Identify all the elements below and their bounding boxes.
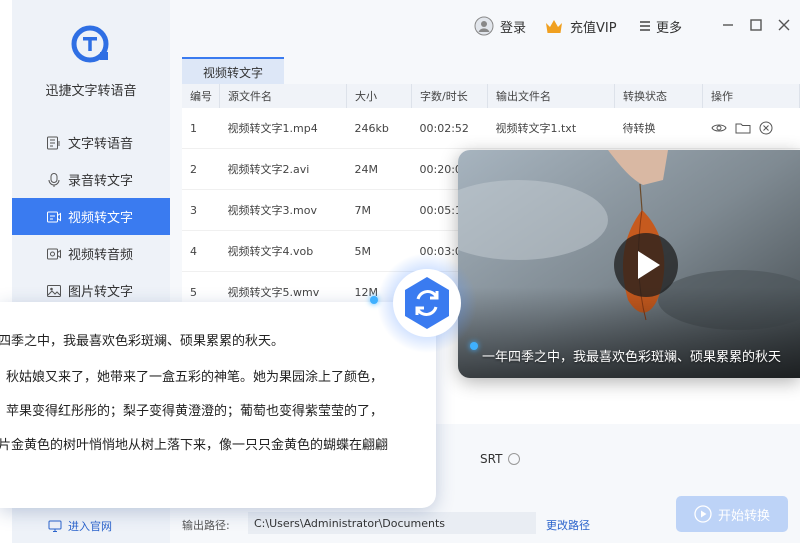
preview-eye-icon[interactable] <box>710 121 727 135</box>
image-to-text-icon <box>46 283 62 299</box>
maximize-button[interactable] <box>748 17 764 33</box>
user-avatar-icon <box>474 16 494 36</box>
cell-source-file: 视频转文字1.mp4 <box>219 108 347 149</box>
sidebar-item-text-to-speech[interactable]: 文字转语音 <box>12 124 170 161</box>
video-caption: 一年四季之中，我最喜欢色彩斑斓、硕果累累的秋天 <box>482 350 782 365</box>
srt-label: SRT <box>480 452 503 466</box>
sidebar-item-video-to-audio[interactable]: 视频转音频 <box>12 235 170 272</box>
convert-sync-icon <box>377 253 477 353</box>
cell-size: 7M <box>346 189 412 231</box>
output-path-field[interactable]: C:\Users\Administrator\Documents <box>248 512 536 534</box>
delete-circle-icon[interactable] <box>759 121 773 135</box>
cell-output-file: 视频转文字1.txt <box>487 108 615 149</box>
column-header: 源文件名 <box>219 84 347 108</box>
record-to-text-icon <box>46 172 62 188</box>
crown-icon <box>546 20 562 33</box>
cell-source-file: 视频转文字4.vob <box>219 230 347 272</box>
cell-size: 24M <box>346 148 412 190</box>
output-path-value: C:\Users\Administrator\Documents <box>254 516 446 530</box>
sidebar-item-label: 录音转文字 <box>68 174 134 189</box>
cell-duration: 00:02:52 <box>411 108 488 149</box>
sidebar-item-label: 文字转语音 <box>68 137 134 152</box>
cell-index: 2 <box>182 148 220 190</box>
sidebar-item-video-to-text[interactable]: 视频转文字 <box>12 198 170 235</box>
column-header: 转换状态 <box>614 84 703 108</box>
open-folder-icon[interactable] <box>735 121 751 135</box>
column-header: 操作 <box>702 84 800 108</box>
column-header: 输出文件名 <box>487 84 615 108</box>
minimize-icon <box>723 24 733 26</box>
minimize-button[interactable] <box>720 17 736 33</box>
vip-button[interactable]: 充值VIP <box>544 15 617 37</box>
maximize-icon <box>750 19 762 31</box>
text-line: 秋姑娘又来了，她带来了一盒五彩的神笔。她为果园涂上了颜色， <box>6 370 384 385</box>
cell-source-file: 视频转文字3.mov <box>219 189 347 231</box>
cell-status: 待转换 <box>614 108 703 149</box>
tab-label: 视频转文字 <box>202 65 263 80</box>
srt-radio[interactable] <box>508 453 521 465</box>
column-header: 字数/时长 <box>411 84 488 108</box>
sidebar-item-record-to-text[interactable]: 录音转文字 <box>12 161 170 198</box>
output-path-label: 输出路径: <box>182 519 230 532</box>
cell-index: 1 <box>182 108 220 149</box>
start-convert-label: 开始转换 <box>717 508 770 524</box>
change-path-link[interactable]: 更改路径 <box>546 517 590 533</box>
cell-index: 3 <box>182 189 220 231</box>
cell-actions <box>702 108 800 149</box>
cell-index: 4 <box>182 230 220 272</box>
official-site-label: 进入官网 <box>68 520 112 533</box>
text-output-card: 四季之中，我最喜欢色彩斑斓、硕果累累的秋天。 秋姑娘又来了，她带来了一盒五彩的神… <box>0 302 436 508</box>
start-convert-button[interactable]: 开始转换 <box>676 496 788 532</box>
close-icon <box>778 19 790 31</box>
text-line: 片金黄色的树叶悄悄地从树上落下来，像一只只金黄色的蝴蝶在翩翩 <box>0 438 389 453</box>
column-header: 编号 <box>182 84 220 108</box>
app-name: 迅捷文字转语音 <box>45 84 137 99</box>
format-option-srt[interactable]: SRT <box>480 452 521 466</box>
video-thumbnail-image <box>458 150 800 378</box>
sidebar-item-label: 视频转文字 <box>68 211 134 226</box>
more-menu-button[interactable]: 更多 <box>638 15 682 37</box>
table-header-row: 编号 源文件名 大小 字数/时长 输出文件名 转换状态 操作 <box>182 84 800 108</box>
video-to-text-icon <box>46 209 62 225</box>
glow-dot <box>470 342 478 350</box>
sidebar-item-label: 视频转音频 <box>68 248 134 263</box>
menu-icon <box>640 21 650 31</box>
cell-source-file: 视频转文字2.avi <box>219 148 347 190</box>
sidebar-nav: 文字转语音 录音转文字 视频转文字 视频转音频 图片转文字 <box>12 124 170 309</box>
monitor-icon <box>48 519 62 533</box>
table-row[interactable]: 1 视频转文字1.mp4 246kb 00:02:52 视频转文字1.txt 待… <box>182 108 800 149</box>
title-bar: 登录 充值VIP 更多 <box>170 0 800 52</box>
text-line: 四季之中，我最喜欢色彩斑斓、硕果累累的秋天。 <box>0 334 285 349</box>
text-to-speech-icon <box>46 135 62 151</box>
vip-label: 充值VIP <box>570 20 617 36</box>
official-site-link[interactable]: 进入官网 <box>48 518 112 534</box>
login-label: 登录 <box>500 20 527 36</box>
column-header: 大小 <box>346 84 412 108</box>
more-label: 更多 <box>656 20 683 36</box>
video-preview-card[interactable]: 一年四季之中，我最喜欢色彩斑斓、硕果累累的秋天 <box>458 150 800 378</box>
sidebar-item-label: 图片转文字 <box>68 285 134 300</box>
glow-dot <box>370 296 378 304</box>
play-circle-icon <box>694 505 712 523</box>
close-window-button[interactable] <box>776 17 792 33</box>
cell-size: 246kb <box>346 108 412 149</box>
tab-video-to-text[interactable]: 视频转文字 <box>182 57 284 85</box>
app-logo-icon <box>71 25 109 63</box>
login-button[interactable]: 登录 <box>474 15 526 37</box>
video-to-audio-icon <box>46 246 62 262</box>
text-line: 苹果变得红彤彤的；梨子变得黄澄澄的；葡萄也变得紫莹莹的了， <box>6 404 384 419</box>
